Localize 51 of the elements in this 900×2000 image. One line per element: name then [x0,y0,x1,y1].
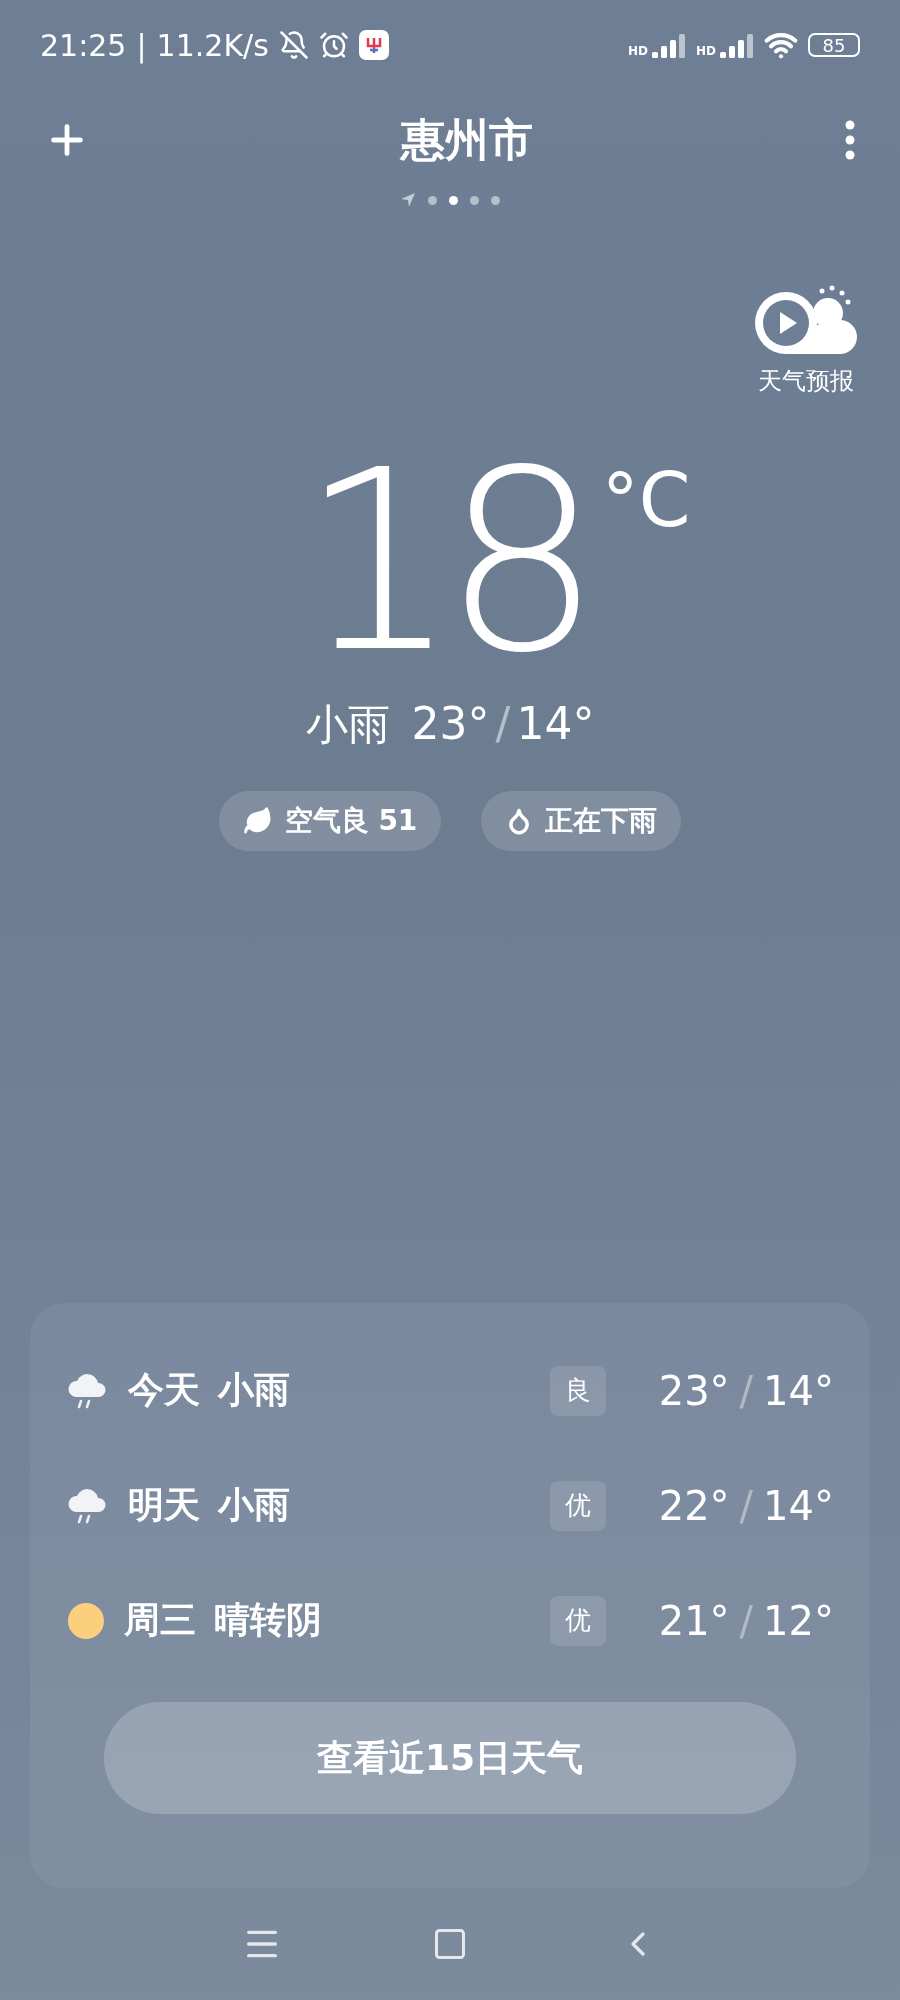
forecast-day: 周三 [124,1596,196,1645]
page-dot[interactable] [428,195,437,205]
signal-icon [718,32,754,58]
aqi-badge: 良 [550,1365,606,1416]
fifteen-day-forecast-button[interactable]: 查看近15日天气 [104,1702,796,1814]
app-notification-icon [358,30,389,60]
hd-label: HD [627,44,648,58]
page-dot[interactable] [470,195,479,205]
aqi-badge: 优 [550,1595,606,1646]
forecast-high: 22° [658,1482,730,1529]
home-icon[interactable] [432,1926,468,1962]
battery-icon: 85 [808,33,860,57]
forecast-day: 今天 [128,1366,200,1415]
temperature-separator: / [739,1482,754,1529]
forecast-day: 明天 [128,1481,200,1530]
forecast-condition: 晴转阴 [214,1598,322,1642]
info-chip[interactable]: 空气良 51 [218,791,442,851]
sun-icon [66,1600,106,1641]
high-temperature: 23° [411,698,490,749]
status-time: 21:25 [40,27,127,63]
location-arrow-icon[interactable] [400,192,416,208]
temperature-separator: / [739,1597,754,1644]
low-temperature: 14° [516,698,595,749]
info-chip[interactable]: 正在下雨 [481,791,682,851]
hd-label: HD [696,44,716,58]
temperature-unit: °C [601,457,691,543]
forecast-condition: 小雨 [218,1483,290,1527]
leaf-icon [242,806,273,836]
mute-icon [278,30,309,60]
signal-icon [650,32,686,58]
more-icon[interactable] [844,120,856,160]
alarm-icon [318,30,349,60]
current-temperature: 18 [299,437,586,687]
temperature-separator: / [739,1367,754,1414]
forecast-low: 12° [763,1597,834,1644]
status-divider: | [136,27,147,63]
page-dot[interactable] [491,195,500,205]
page-dot[interactable] [449,195,458,205]
forecast-low: 14° [763,1482,834,1529]
forecast-high: 23° [658,1367,730,1414]
forecast-high: 21° [658,1597,730,1644]
aqi-badge: 优 [550,1480,606,1531]
chip-label: 空气良 51 [284,803,418,839]
forecast-condition: 小雨 [218,1368,290,1412]
temperature-separator: / [495,698,511,749]
chip-label: 正在下雨 [545,803,658,839]
video-forecast-label[interactable]: 天气预报 [758,365,854,397]
network-speed: 11.2K/s [156,27,269,63]
forecast-low: 14° [763,1367,834,1414]
city-name: 惠州市 [401,112,533,167]
current-condition: 小雨 [305,699,390,751]
